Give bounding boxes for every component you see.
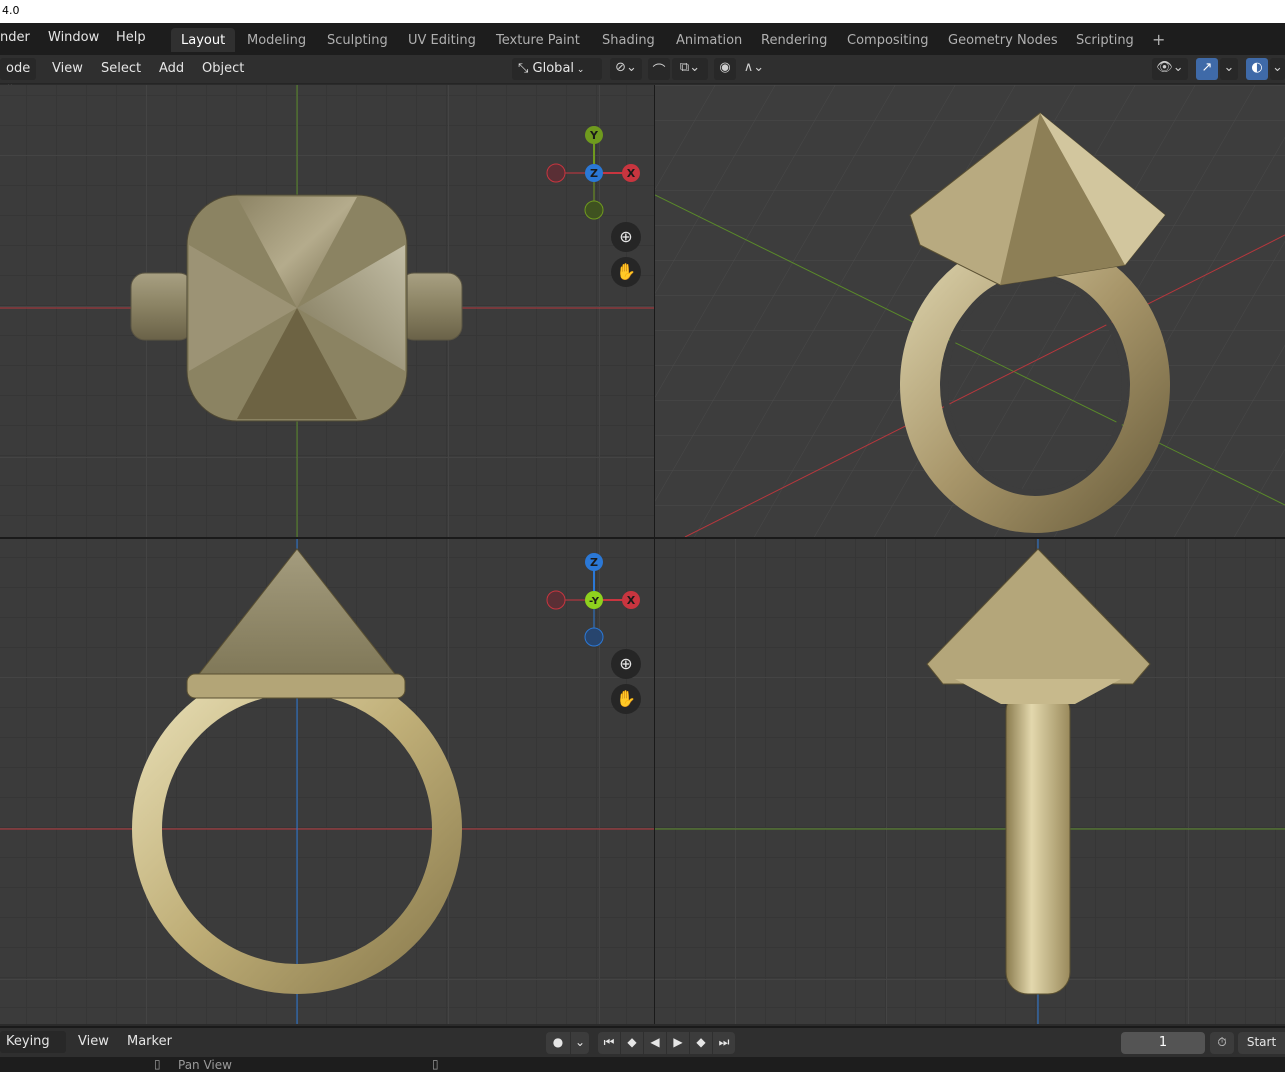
pivot-icon[interactable]: ⊘⌄ xyxy=(610,58,642,80)
menu-help[interactable]: Help xyxy=(116,30,146,45)
orientation-label: Global xyxy=(532,61,575,76)
timeline-header: Keying ⌄ View Marker ● ⌄ ⏮ ◆ ◀ ▶ ◆ ⏭ 1 ⏱… xyxy=(0,1026,1285,1063)
snap-icon[interactable]: ⌒ xyxy=(648,58,670,80)
start-frame-field[interactable]: Start xyxy=(1238,1032,1285,1054)
tab-animation[interactable]: Animation xyxy=(666,28,752,52)
chevron-down-icon: ⌄ xyxy=(574,65,585,75)
menu-view[interactable]: View xyxy=(52,61,83,76)
tab-texture-paint[interactable]: Texture Paint xyxy=(486,28,590,52)
menu-object[interactable]: Object xyxy=(202,61,244,76)
chevron-down-icon[interactable]: ⌄ xyxy=(1220,58,1238,80)
prev-keyframe-icon[interactable]: ◆ xyxy=(621,1032,643,1054)
mouse-icon: ▯ xyxy=(432,1057,439,1071)
next-keyframe-icon[interactable]: ◆ xyxy=(690,1032,712,1054)
ring-perspective-view xyxy=(655,85,1285,537)
menu-add[interactable]: Add xyxy=(159,61,184,76)
chevron-down-icon[interactable]: ⌄ xyxy=(571,1032,589,1054)
mode-label: ode xyxy=(6,61,31,76)
area-divider[interactable] xyxy=(654,85,655,1024)
status-hint: Pan View xyxy=(178,1058,232,1072)
tab-compositing[interactable]: Compositing xyxy=(837,28,939,52)
window-title: 4.0 xyxy=(0,0,1285,23)
timeline-menu-marker[interactable]: Marker xyxy=(127,1034,172,1049)
viewport-side[interactable] xyxy=(655,539,1285,1024)
gizmo-neg-y-label: -Y xyxy=(589,596,600,607)
mouse-icon: ▯ xyxy=(154,1057,161,1071)
navigation-gizmo-front[interactable]: Z X -Y xyxy=(539,545,649,655)
menu-render[interactable]: nder xyxy=(0,30,30,45)
viewport-top[interactable]: Y X Z ⊕ ✋ xyxy=(0,85,654,537)
transform-orientation-icon: ⤡ xyxy=(518,61,533,76)
proportional-icon[interactable]: ◉ xyxy=(714,58,736,80)
viewport-front[interactable]: Z X -Y ⊕ ✋ xyxy=(0,539,654,1024)
add-workspace-button[interactable]: + xyxy=(1142,28,1175,52)
keying-dropdown[interactable]: Keying ⌄ xyxy=(0,1031,66,1063)
tab-sculpting[interactable]: Sculpting xyxy=(317,28,398,52)
gizmo-y-label: Y xyxy=(589,129,599,142)
status-bar: ▯ Pan View ▯ xyxy=(0,1057,1285,1072)
play-reverse-icon[interactable]: ◀ xyxy=(644,1032,666,1054)
falloff-icon[interactable]: ∧⌄ xyxy=(738,58,770,80)
tab-geometry-nodes[interactable]: Geometry Nodes xyxy=(938,28,1068,52)
visibility-icon[interactable]: 👁⌄ xyxy=(1152,58,1188,80)
tab-shading[interactable]: Shading xyxy=(592,28,665,52)
gizmo-z-label: Z xyxy=(590,167,598,180)
top-bar: nder Window Help Layout Modeling Sculpti… xyxy=(0,23,1285,55)
orientation-dropdown[interactable]: ⤡ Global ⌄ xyxy=(512,58,602,80)
timeline-menu-view[interactable]: View xyxy=(78,1034,109,1049)
gizmo-z-label: Z xyxy=(590,556,598,569)
ring-side-view xyxy=(655,539,1285,1024)
viewport-perspective[interactable] xyxy=(655,85,1285,537)
zoom-icon[interactable]: ⊕ xyxy=(611,222,641,252)
overlay-icon[interactable]: ◐ xyxy=(1246,58,1268,80)
keying-label: Keying xyxy=(6,1034,50,1049)
menu-window[interactable]: Window xyxy=(48,30,99,45)
jump-end-icon[interactable]: ⏭ xyxy=(713,1032,735,1054)
gizmo-x-label: X xyxy=(627,594,636,607)
tab-rendering[interactable]: Rendering xyxy=(751,28,837,52)
viewport-header: ode ⌄ View Select Add Object ⤡ Global ⌄ … xyxy=(0,55,1285,90)
zoom-icon[interactable]: ⊕ xyxy=(611,649,641,679)
record-icon[interactable]: ● xyxy=(546,1032,570,1054)
navigation-gizmo[interactable]: Y X Z xyxy=(539,118,649,228)
menu-select[interactable]: Select xyxy=(101,61,141,76)
jump-start-icon[interactable]: ⏮ xyxy=(598,1032,620,1054)
tab-layout[interactable]: Layout xyxy=(171,28,236,52)
current-frame-field[interactable]: 1 xyxy=(1121,1032,1205,1054)
hand-icon[interactable]: ✋ xyxy=(611,684,641,714)
hand-icon[interactable]: ✋ xyxy=(611,257,641,287)
area-divider[interactable] xyxy=(0,537,1285,539)
gizmo-icon[interactable]: ↗ xyxy=(1196,58,1218,80)
play-icon[interactable]: ▶ xyxy=(667,1032,689,1054)
chevron-down-icon[interactable]: ⌄ xyxy=(1270,58,1285,80)
gizmo-x-label: X xyxy=(627,167,636,180)
mode-dropdown[interactable]: ode ⌄ xyxy=(0,58,36,90)
snap-target-icon[interactable]: ⧉⌄ xyxy=(672,58,708,80)
tab-scripting[interactable]: Scripting xyxy=(1066,28,1144,52)
tab-modeling[interactable]: Modeling xyxy=(237,28,316,52)
tab-uv-editing[interactable]: UV Editing xyxy=(398,28,486,52)
stopwatch-icon[interactable]: ⏱ xyxy=(1210,1032,1234,1054)
